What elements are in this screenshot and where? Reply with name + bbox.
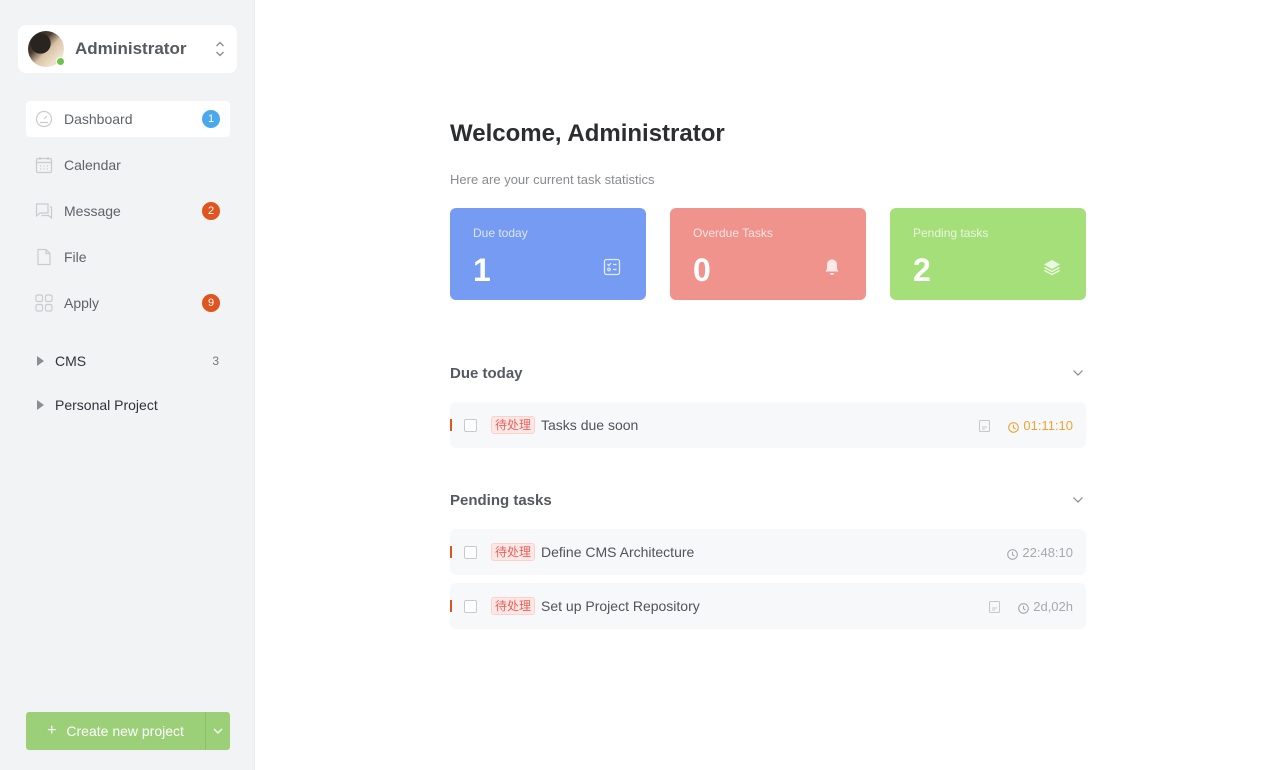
task-checkbox[interactable] xyxy=(464,599,477,613)
project-item-personal-project[interactable]: Personal Project xyxy=(26,391,230,419)
notification-badge: 2 xyxy=(202,202,220,220)
nav-label: Apply xyxy=(64,295,100,311)
stat-card-due-today[interactable]: Due today 1 xyxy=(450,208,646,300)
sidebar: Administrator Dashboard 1 Calendar Messa… xyxy=(0,0,255,770)
project-item-cms[interactable]: CMS 3 xyxy=(26,347,230,375)
sidebar-nav: Dashboard 1 Calendar Message 2 File Appl… xyxy=(26,101,230,331)
stat-card-overdue[interactable]: Overdue Tasks 0 xyxy=(670,208,866,300)
note-icon xyxy=(979,419,991,432)
project-list: CMS 3 Personal Project xyxy=(26,347,230,435)
status-tag: 待处理 xyxy=(491,543,536,561)
notification-badge: 9 xyxy=(202,294,220,312)
nav-label: Message xyxy=(64,203,121,219)
chevron-down-icon[interactable] xyxy=(1072,493,1084,505)
status-tag: 待处理 xyxy=(491,597,536,615)
message-icon xyxy=(35,202,53,220)
task-meta: 22:48:10 xyxy=(1007,529,1073,575)
nav-label: Dashboard xyxy=(64,111,133,127)
caret-right-icon[interactable] xyxy=(37,400,44,410)
task-title[interactable]: Tasks due soon xyxy=(541,417,638,433)
avatar xyxy=(28,31,65,67)
apps-grid-icon xyxy=(35,294,53,312)
priority-marker xyxy=(450,546,452,558)
section-title: Pending tasks xyxy=(450,491,552,509)
stat-label: Pending tasks xyxy=(913,226,989,240)
task-time: 2d,02h xyxy=(1033,598,1073,614)
create-project-label: Create new project xyxy=(66,723,184,739)
clock-icon xyxy=(1008,420,1020,433)
user-name: Administrator xyxy=(75,39,187,58)
page-subtitle: Here are your current task statistics xyxy=(450,172,655,187)
clock-icon xyxy=(1018,601,1030,614)
online-status-dot xyxy=(56,57,65,66)
nav-label: Calendar xyxy=(64,157,121,173)
status-tag: 待处理 xyxy=(491,416,536,434)
note-icon xyxy=(989,600,1001,613)
project-label: Personal Project xyxy=(55,397,158,413)
dashboard-content: Welcome, Administrator Here are your cur… xyxy=(450,120,1086,637)
checklist-icon xyxy=(603,258,621,276)
main-content: Welcome, Administrator Here are your cur… xyxy=(256,0,1280,770)
page-title: Welcome, Administrator xyxy=(450,120,725,147)
stat-card-pending[interactable]: Pending tasks 2 xyxy=(890,208,1086,300)
task-checkbox[interactable] xyxy=(464,545,477,559)
file-icon xyxy=(35,248,53,266)
project-count: 3 xyxy=(212,354,219,368)
project-label: CMS xyxy=(55,353,87,369)
task-meta: 01:11:10 xyxy=(979,402,1073,448)
section-pending-tasks: Pending tasks 待处理 Define CMS Architectur… xyxy=(450,488,1086,629)
stat-value: 1 xyxy=(473,252,491,288)
plus-icon: + xyxy=(47,722,57,739)
sidebar-item-apply[interactable]: Apply 9 xyxy=(26,285,230,321)
task-title[interactable]: Set up Project Repository xyxy=(541,598,700,614)
nav-label: File xyxy=(64,249,87,265)
chevron-down-icon xyxy=(213,728,223,734)
stats-row: Due today 1 Overdue Tasks 0 Pending task… xyxy=(450,208,1086,300)
task-row[interactable]: 待处理 Define CMS Architecture 22:48:10 xyxy=(450,529,1086,575)
sidebar-item-message[interactable]: Message 2 xyxy=(26,193,230,229)
stat-label: Due today xyxy=(473,226,528,240)
section-due-today: Due today 待处理 Tasks due soon 01:11:10 xyxy=(450,361,1086,448)
stat-value: 2 xyxy=(913,252,931,288)
sidebar-item-calendar[interactable]: Calendar xyxy=(26,147,230,183)
layers-icon xyxy=(1043,258,1061,276)
task-row[interactable]: 待处理 Tasks due soon 01:11:10 xyxy=(450,402,1086,448)
priority-marker xyxy=(450,600,452,612)
create-project-button[interactable]: + Create new project xyxy=(26,712,205,750)
stat-label: Overdue Tasks xyxy=(693,226,773,240)
task-time: 22:48:10 xyxy=(1022,544,1073,560)
task-time: 01:11:10 xyxy=(1023,417,1073,433)
chevron-down-icon[interactable] xyxy=(1072,366,1084,378)
section-header[interactable]: Pending tasks xyxy=(450,488,1086,512)
section-header[interactable]: Due today xyxy=(450,361,1086,385)
chevron-up-down-icon xyxy=(215,40,225,58)
dashboard-icon xyxy=(35,110,53,128)
caret-right-icon[interactable] xyxy=(37,356,44,366)
notification-badge: 1 xyxy=(202,110,220,128)
priority-marker xyxy=(450,419,452,431)
task-checkbox[interactable] xyxy=(464,418,477,432)
sidebar-item-file[interactable]: File xyxy=(26,239,230,275)
create-project-dropdown[interactable] xyxy=(205,712,230,750)
calendar-icon xyxy=(35,156,53,174)
sidebar-item-dashboard[interactable]: Dashboard 1 xyxy=(26,101,230,137)
task-row[interactable]: 待处理 Set up Project Repository 2d,02h xyxy=(450,583,1086,629)
clock-icon xyxy=(1007,547,1019,560)
create-project-button-group: + Create new project xyxy=(26,712,230,750)
section-title: Due today xyxy=(450,364,523,382)
stat-value: 0 xyxy=(693,252,711,288)
task-title[interactable]: Define CMS Architecture xyxy=(541,544,694,560)
bell-icon xyxy=(823,258,841,276)
task-meta: 2d,02h xyxy=(989,583,1073,629)
user-switcher[interactable]: Administrator xyxy=(18,25,237,73)
